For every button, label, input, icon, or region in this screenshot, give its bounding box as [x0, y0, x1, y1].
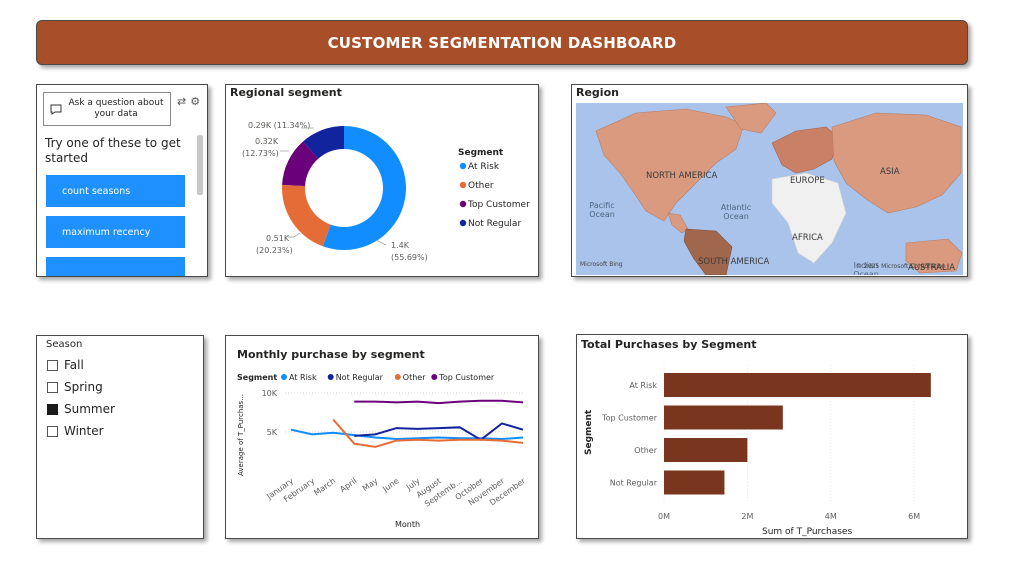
bar-other	[664, 438, 748, 462]
map-label-north-america: NORTH AMERICA	[646, 171, 718, 181]
qa-try-label: Try one of these to get started	[45, 136, 181, 165]
line-y-tick: 10K	[262, 389, 278, 398]
line-y-axis-label: Average of T_Purchas...	[237, 394, 245, 476]
bing-logo: Microsoft Bing	[580, 261, 623, 268]
suggestion-third[interactable]	[46, 257, 185, 276]
region-map-visual: Region NORTH AMERICA EUROPE ASIA AFRICA …	[571, 84, 968, 277]
map-label-africa: AFRICA	[792, 233, 823, 243]
season-option-fall[interactable]: Fall	[47, 358, 84, 372]
ask-question-label: Ask a question about your data	[68, 98, 164, 119]
label-at-risk-pct: (55.69%)	[391, 253, 428, 262]
legend-marker-at-risk	[459, 162, 467, 170]
bar-x-tick: 0M	[658, 512, 670, 521]
label-at-risk-value: 1.4K	[391, 241, 410, 250]
checkbox-winter[interactable]	[47, 425, 58, 437]
line-x-tick: May	[361, 476, 380, 493]
flow-icon[interactable]: ⇄	[177, 95, 186, 108]
checkbox-summer[interactable]	[47, 403, 58, 415]
bar-x-tick: 4M	[825, 512, 837, 521]
total-purchases-visual: Total Purchases by Segment Segment At Ri…	[576, 334, 968, 539]
label-other-pct: (20.23%)	[256, 246, 293, 255]
legend-marker-top-customer	[459, 200, 467, 208]
bar-x-tick: 2M	[741, 512, 753, 521]
dashboard-header: CUSTOMER SEGMENTATION DASHBOARD	[36, 20, 968, 65]
line-x-tick: April	[338, 476, 358, 494]
season-option-winter[interactable]: Winter	[47, 424, 104, 438]
legend-label-top-customer: Top Customer	[467, 200, 530, 210]
line-x-tick: March	[312, 476, 337, 497]
dashboard-title: CUSTOMER SEGMENTATION DASHBOARD	[327, 33, 677, 52]
legend-marker-top-customer	[431, 374, 438, 380]
bar-category-label: Other	[634, 446, 657, 455]
suggestion-maximum-recency[interactable]: maximum recency	[46, 216, 185, 248]
label-top-customer-value: 0.32K	[255, 137, 279, 146]
map-label-south-america: SOUTH AMERICA	[698, 257, 770, 267]
legend-marker-other	[459, 181, 467, 189]
legend-label-top-customer: Top Customer	[438, 373, 495, 382]
bar-at-risk	[664, 373, 931, 397]
legend-label-other: Other	[468, 181, 494, 191]
bar-top-customer	[664, 405, 783, 430]
season-option-summer[interactable]: Summer	[47, 402, 115, 416]
qa-visual: Ask a question about your data ⇄ ⚙ Try o…	[36, 84, 208, 277]
line-series-other	[332, 418, 524, 448]
map-label-asia: ASIA	[880, 167, 900, 177]
label-not-regular: 0.29K (11.34%)	[248, 121, 310, 130]
bar-category-label: Not Regular	[610, 479, 658, 488]
bar-x-axis-label: Sum of T_Purchases	[762, 527, 852, 537]
bar-category-label: At Risk	[629, 381, 657, 390]
label-top-customer-pct: (12.73%)	[242, 149, 279, 158]
line-title: Monthly purchase by segment	[237, 348, 425, 361]
gear-icon[interactable]: ⚙	[190, 95, 200, 108]
monthly-purchase-visual: Monthly purchase by segment Segment At R…	[225, 335, 539, 539]
season-label-summer: Summer	[64, 402, 115, 416]
checkbox-spring[interactable]	[47, 381, 58, 393]
bar-chart: Total Purchases by Segment Segment At Ri…	[581, 338, 931, 537]
ask-question-button[interactable]: Ask a question about your data	[43, 92, 171, 126]
season-label-fall: Fall	[64, 358, 84, 372]
legend-marker-not-regular	[459, 219, 467, 227]
line-x-axis-label: Month	[395, 520, 420, 529]
qa-scrollbar[interactable]	[197, 135, 203, 195]
bar-x-tick: 6M	[908, 512, 920, 521]
season-label-winter: Winter	[64, 424, 104, 438]
map-label-europe: EUROPE	[790, 176, 825, 186]
checkbox-fall[interactable]	[47, 359, 58, 371]
season-slicer-title: Season	[46, 339, 83, 350]
donut-chart: 0.29K (11.34%) 0.32K (12.73%) 0.51K (20.…	[242, 121, 530, 262]
line-legend-title: Segment	[237, 373, 277, 382]
map-copyright: © 2025 Microsoft Corporation	[856, 263, 946, 270]
legend-marker-not-regular	[327, 374, 334, 380]
season-label-spring: Spring	[64, 380, 103, 394]
bar-title: Total Purchases by Segment	[581, 338, 757, 351]
legend-marker-other	[394, 374, 401, 380]
map-title: Region	[576, 86, 619, 99]
legend-label-other: Other	[403, 373, 426, 382]
map-label-pacific: Pacific Ocean	[589, 201, 615, 219]
line-series-top-customer	[354, 399, 524, 405]
legend-label-at-risk: At Risk	[468, 162, 500, 172]
legend-label-not-regular: Not Regular	[336, 373, 384, 382]
legend-marker-at-risk	[281, 374, 287, 380]
world-map[interactable]: NORTH AMERICA EUROPE ASIA AFRICA SOUTH A…	[576, 103, 963, 275]
season-slicer: Season Fall Spring Summer Winter	[36, 335, 204, 539]
map-label-atlantic: Atlantic Ocean	[720, 203, 752, 221]
season-option-spring[interactable]: Spring	[47, 380, 103, 394]
legend-label-not-regular: Not Regular	[468, 219, 521, 229]
line-x-tick: June	[380, 476, 400, 494]
chat-icon	[50, 104, 62, 115]
bar-category-label: Top Customer	[601, 414, 658, 423]
legend-label-at-risk: At Risk	[289, 373, 317, 382]
line-chart: Monthly purchase by segment Segment At R…	[237, 348, 528, 529]
regional-segment-visual: Regional segment 0.29K (11.34%) 0.32K (1…	[225, 84, 539, 277]
bar-y-axis-label: Segment	[584, 409, 594, 455]
bar-not-regular	[664, 470, 725, 495]
suggestion-count-seasons[interactable]: count seasons	[46, 175, 185, 207]
donut-legend-title: Segment	[458, 148, 504, 158]
line-y-tick: 5K	[267, 428, 278, 437]
label-other-value: 0.51K	[266, 234, 290, 243]
